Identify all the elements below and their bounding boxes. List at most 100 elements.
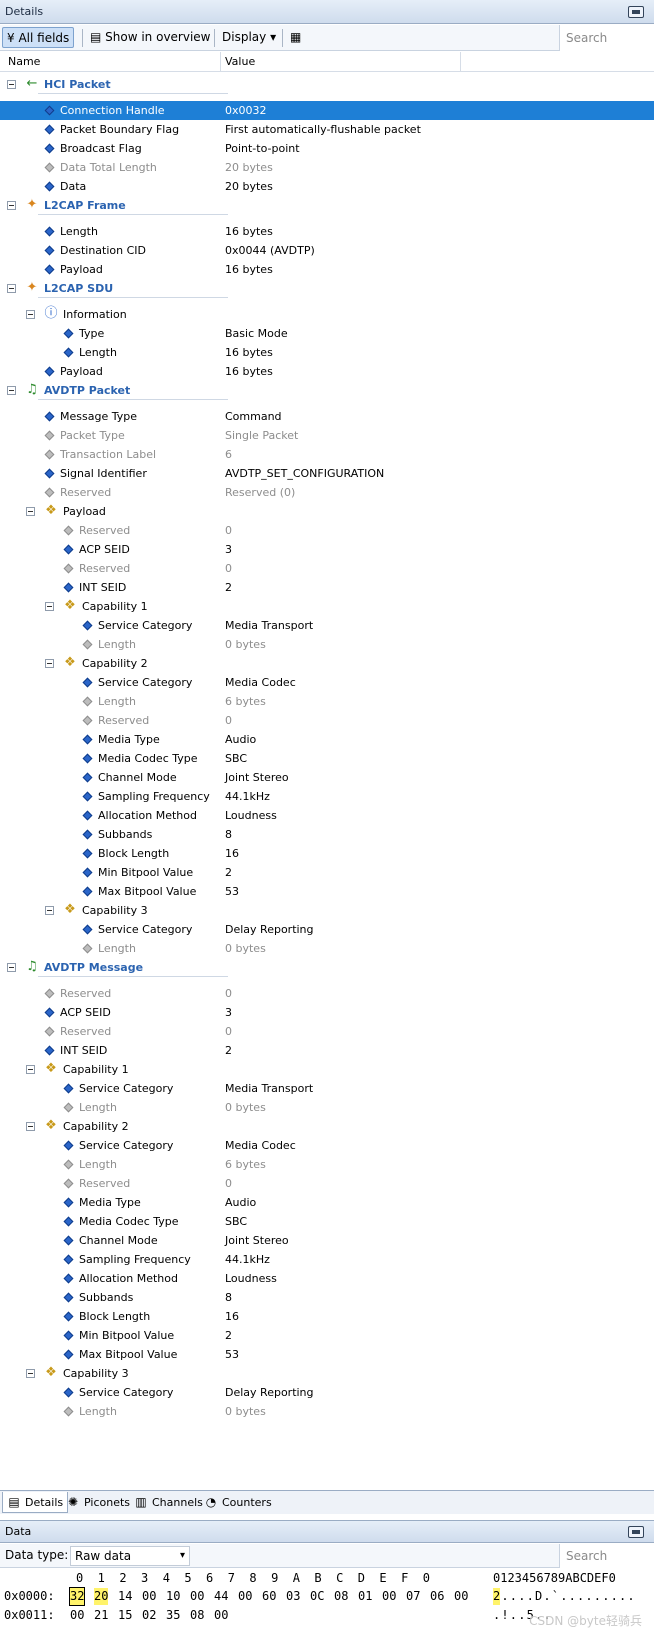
hex-byte[interactable]: 35 [166, 1607, 180, 1624]
tree-field-row[interactable]: Min Bitpool Value 2 [0, 863, 654, 882]
tree-field-row[interactable]: Reserved 0 [0, 711, 654, 730]
tree-field-row[interactable]: Service Category Media Transport [0, 616, 654, 635]
collapse-toggle-icon[interactable] [45, 602, 54, 611]
tree-field-row[interactable]: Length 0 bytes [0, 635, 654, 654]
tree-section-row[interactable]: ♫ AVDTP Packet [0, 381, 654, 400]
tree-group-row[interactable]: ❖ Capability 1 [0, 597, 654, 616]
tree-field-row[interactable]: Block Length 16 [0, 844, 654, 863]
tree-field-row[interactable]: Length 0 bytes [0, 1402, 654, 1421]
collapse-toggle-icon[interactable] [7, 284, 16, 293]
tree-field-row[interactable]: Media Type Audio [0, 1193, 654, 1212]
tree-field-row[interactable]: Payload 16 bytes [0, 362, 654, 381]
tree-group-row[interactable]: ❖ Payload [0, 502, 654, 521]
tree-group-row[interactable]: ❖ Capability 2 [0, 1117, 654, 1136]
hex-byte[interactable]: 00 [382, 1588, 396, 1605]
tree-field-row[interactable]: Packet Boundary Flag First automatically-… [0, 120, 654, 139]
tree-field-row[interactable]: Data Total Length 20 bytes [0, 158, 654, 177]
tree-field-row[interactable]: Max Bitpool Value 53 [0, 1345, 654, 1364]
tree-field-row[interactable]: Media Codec Type SBC [0, 749, 654, 768]
tree-field-row[interactable]: ACP SEID 3 [0, 540, 654, 559]
tree-field-row[interactable]: Packet Type Single Packet [0, 426, 654, 445]
ascii-char[interactable]: . [543, 1588, 550, 1605]
ascii-char[interactable]: D [535, 1588, 542, 1605]
hex-byte[interactable]: 00 [142, 1588, 156, 1605]
collapse-toggle-icon[interactable] [45, 659, 54, 668]
hex-byte[interactable]: 00 [454, 1588, 468, 1605]
hex-byte[interactable]: 00 [238, 1588, 252, 1605]
tree-field-row[interactable]: Service Category Media Codec [0, 673, 654, 692]
hex-byte[interactable]: 00 [190, 1588, 204, 1605]
ascii-char[interactable]: ` [552, 1588, 559, 1605]
ascii-char[interactable]: . [501, 1588, 508, 1605]
tree-section-row[interactable]: ← HCI Packet [0, 75, 654, 94]
tree-group-row[interactable]: ❖ Capability 3 [0, 901, 654, 920]
tree-field-row[interactable]: Reserved 0 [0, 1174, 654, 1193]
tree-field-row[interactable]: Allocation Method Loudness [0, 806, 654, 825]
hex-byte[interactable]: 10 [166, 1588, 180, 1605]
ascii-char[interactable]: . [602, 1588, 609, 1605]
tree-field-row[interactable]: Destination CID 0x0044 (AVDTP) [0, 241, 654, 260]
hex-byte[interactable]: 08 [334, 1588, 348, 1605]
details-search-input[interactable]: Search [559, 25, 654, 51]
tree-field-row[interactable]: Reserved Reserved (0) [0, 483, 654, 502]
tree-field-row[interactable]: Subbands 8 [0, 825, 654, 844]
tree-field-row[interactable]: Service Category Delay Reporting [0, 1383, 654, 1402]
ascii-char[interactable]: . [510, 1607, 517, 1624]
tree-field-row[interactable]: INT SEID 2 [0, 578, 654, 597]
tree-field-row[interactable]: Media Type Audio [0, 730, 654, 749]
tab-details[interactable]: ▤ Details [2, 1492, 69, 1513]
tree-field-row[interactable]: Sampling Frequency 44.1kHz [0, 787, 654, 806]
tree-field-row[interactable]: Service Category Media Transport [0, 1079, 654, 1098]
ascii-char[interactable]: 2 [493, 1588, 501, 1605]
tree-field-row[interactable]: Media Codec Type SBC [0, 1212, 654, 1231]
tree-field-row[interactable]: Allocation Method Loudness [0, 1269, 654, 1288]
tree-section-row[interactable]: ✦ L2CAP Frame [0, 196, 654, 215]
tree-field-row[interactable]: Min Bitpool Value 2 [0, 1326, 654, 1345]
ascii-char[interactable]: ! [501, 1607, 508, 1624]
collapse-toggle-icon[interactable] [26, 1122, 35, 1131]
tree-field-row[interactable]: Block Length 16 [0, 1307, 654, 1326]
ascii-char[interactable]: . [493, 1607, 500, 1624]
collapse-toggle-icon[interactable] [7, 80, 16, 89]
hex-byte[interactable]: 02 [142, 1607, 156, 1624]
tree-field-row[interactable]: Sampling Frequency 44.1kHz [0, 1250, 654, 1269]
tree-field-row[interactable]: Length 16 bytes [0, 343, 654, 362]
tree-group-row[interactable]: ❖ Capability 2 [0, 654, 654, 673]
display-dropdown[interactable]: Display ▾ [218, 27, 280, 48]
tree-field-row[interactable]: Length 6 bytes [0, 1155, 654, 1174]
collapse-toggle-icon[interactable] [7, 963, 16, 972]
ascii-char[interactable]: . [577, 1588, 584, 1605]
tree-field-row[interactable]: Data 20 bytes [0, 177, 654, 196]
collapse-toggle-icon[interactable] [26, 507, 35, 516]
hex-byte[interactable]: 0C [310, 1588, 324, 1605]
data-type-select[interactable]: Raw data [70, 1546, 190, 1566]
tree-section-row[interactable]: ✦ L2CAP SDU [0, 279, 654, 298]
data-search-input[interactable]: Search [559, 1544, 654, 1568]
column-value-header[interactable]: Value [225, 55, 255, 68]
tree-field-row[interactable]: Max Bitpool Value 53 [0, 882, 654, 901]
tree-field-row[interactable]: Reserved 0 [0, 1022, 654, 1041]
tree-field-row[interactable]: Signal Identifier AVDTP_SET_CONFIGURATION [0, 464, 654, 483]
tree-group-row[interactable]: ⓘ Information [0, 305, 654, 324]
collapse-toggle-icon[interactable] [7, 386, 16, 395]
tree-field-row[interactable]: Broadcast Flag Point-to-point [0, 139, 654, 158]
tree-field-row[interactable]: Length 0 bytes [0, 1098, 654, 1117]
tree-field-row[interactable]: Payload 16 bytes [0, 260, 654, 279]
tree-field-row[interactable]: Reserved 0 [0, 559, 654, 578]
tree-field-row[interactable]: Subbands 8 [0, 1288, 654, 1307]
show-in-overview-button[interactable]: ▤ Show in overview [86, 27, 215, 48]
ascii-char[interactable]: . [560, 1588, 567, 1605]
tree-field-row[interactable]: Channel Mode Joint Stereo [0, 1231, 654, 1250]
hex-byte[interactable]: 60 [262, 1588, 276, 1605]
hex-byte[interactable]: 03 [286, 1588, 300, 1605]
tree-field-row[interactable]: INT SEID 2 [0, 1041, 654, 1060]
ascii-char[interactable]: . [518, 1588, 525, 1605]
tree-group-row[interactable]: ❖ Capability 1 [0, 1060, 654, 1079]
tab-channels[interactable]: ▥ Channels [130, 1492, 207, 1513]
hex-byte[interactable]: 01 [358, 1588, 372, 1605]
tree-group-row[interactable]: ❖ Capability 3 [0, 1364, 654, 1383]
tree-field-row[interactable]: Reserved 0 [0, 521, 654, 540]
tree-section-row[interactable]: ♫ AVDTP Message [0, 958, 654, 977]
tree-field-row[interactable]: ACP SEID 3 [0, 1003, 654, 1022]
ascii-char[interactable]: . [627, 1588, 634, 1605]
